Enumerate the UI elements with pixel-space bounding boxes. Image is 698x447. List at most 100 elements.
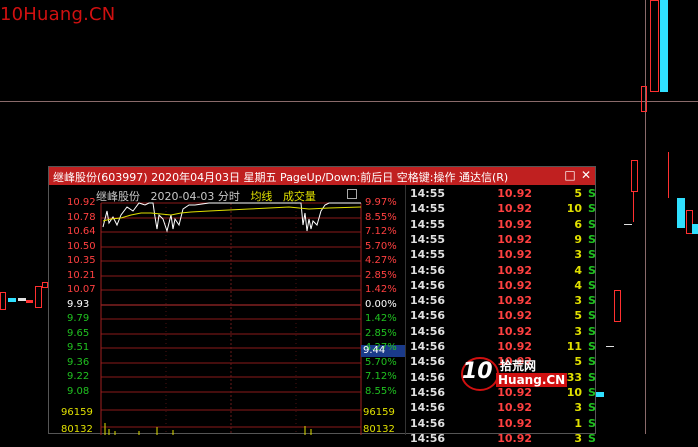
trade-row[interactable]: 14:56 10.92 11 S <box>406 340 596 355</box>
trade-price: 10.92 <box>497 416 532 430</box>
trade-time: 14:56 <box>410 324 446 338</box>
price-line <box>102 202 361 233</box>
volume-axis-label: 80132 <box>363 424 395 435</box>
trade-volume: 5 <box>574 187 582 200</box>
trade-volume: 11 <box>566 340 582 353</box>
price-axis-label: 10.92 <box>67 197 96 208</box>
trade-price: 10.92 <box>497 263 532 277</box>
candle <box>668 152 669 198</box>
trade-row[interactable]: 14:56 10.92 4 S <box>406 279 596 294</box>
candle <box>0 292 6 310</box>
trade-side: S <box>588 202 596 216</box>
trade-volume: 9 <box>574 232 582 246</box>
trade-price: 10.92 <box>497 294 532 308</box>
percent-axis-label: 5.70% <box>365 356 397 368</box>
trade-row[interactable]: 14:55 10.92 3 S <box>406 248 596 263</box>
trade-volume: 5 <box>574 309 582 323</box>
trade-row[interactable]: 14:56 10.92 3 S <box>406 401 596 416</box>
trade-volume: 10 <box>566 385 582 399</box>
dialog-title: 继峰股份(603997) 2020年04月03日 星期五 PageUp/Down… <box>53 171 509 184</box>
candle <box>596 392 604 397</box>
candle <box>650 0 659 92</box>
price-axis-label: 10.50 <box>67 240 96 252</box>
trade-time: 14:56 <box>410 355 446 369</box>
trade-price: 10.92 <box>497 248 532 262</box>
trade-side: S <box>588 401 596 415</box>
price-axis-label: 9.65 <box>67 327 90 339</box>
trade-volume: 4 <box>574 278 582 292</box>
trade-time: 14:56 <box>410 263 446 277</box>
logo-latin-text: Huang.CN <box>496 373 568 387</box>
trade-price: 10.92 <box>497 309 532 323</box>
chart-option-icon[interactable] <box>347 189 357 199</box>
trade-side: S <box>588 232 596 246</box>
stock-name: 继峰股份 <box>96 190 140 203</box>
candle <box>624 224 632 225</box>
candle <box>692 224 698 234</box>
trade-price: 10.92 <box>497 187 532 200</box>
candle <box>614 290 621 322</box>
volume-label: 成交量 <box>282 190 316 203</box>
trade-row[interactable]: 14:56 10.92 3 S <box>406 325 596 340</box>
cursor-value: 9.44 <box>363 345 386 356</box>
trade-time: 14:56 <box>410 309 446 323</box>
trade-row[interactable]: 14:55 10.92 6 S <box>406 218 596 233</box>
trade-volume: 4 <box>574 263 582 277</box>
candle <box>631 160 638 192</box>
tick-trade-list[interactable]: 14:55 10.92 5 S 14:55 10.92 10 S 14:55 10.92 6 S 14:… <box>405 185 596 445</box>
trade-row[interactable]: 14:56 10.92 3 S <box>406 432 596 447</box>
volume-axis-label: 96159 <box>61 407 93 418</box>
trade-row[interactable]: 14:56 10.92 5 S <box>406 309 596 324</box>
site-watermark: 10Huang.CN <box>0 4 116 25</box>
price-axis-label: 10.78 <box>67 211 96 223</box>
candle <box>677 198 685 228</box>
price-axis-label: 9.22 <box>67 371 90 382</box>
trade-side: S <box>588 187 596 200</box>
price-axis-label: 9.51 <box>67 342 90 353</box>
trade-row[interactable]: 14:55 10.92 9 S <box>406 233 596 248</box>
trade-time: 14:56 <box>410 294 446 308</box>
volume-bars <box>104 423 312 435</box>
trade-volume: 3 <box>574 294 582 308</box>
candle <box>35 286 42 308</box>
trade-price: 10.92 <box>497 217 532 231</box>
site-logo: 10 拾荒网 Huang.CN <box>460 356 568 396</box>
trade-time: 14:56 <box>410 401 446 415</box>
trade-side: S <box>588 370 596 384</box>
percent-axis-label: 8.55% <box>365 211 397 223</box>
trade-side: S <box>588 278 596 292</box>
trade-time: 14:55 <box>410 187 446 200</box>
dialog-title-bar[interactable]: 继峰股份(603997) 2020年04月03日 星期五 PageUp/Down… <box>49 167 595 185</box>
price-axis-label: 9.36 <box>67 356 90 368</box>
percent-axis-label: 0.00% <box>365 298 397 310</box>
percent-axis-label: 1.42% <box>365 284 397 295</box>
volume-axis-label: 96159 <box>363 407 395 418</box>
trade-side: S <box>588 340 596 353</box>
candle <box>18 298 26 301</box>
restore-icon[interactable]: □ <box>563 169 577 182</box>
logo-cn-text: 拾荒网 <box>500 359 537 373</box>
trade-row[interactable]: 14:56 10.92 1 S <box>406 417 596 432</box>
trade-price: 10.92 <box>497 401 532 415</box>
percent-axis-label: 5.70% <box>365 240 397 252</box>
trade-time: 14:55 <box>410 217 446 231</box>
trade-row[interactable]: 14:56 10.92 3 S <box>406 294 596 309</box>
percent-axis-label: 2.85% <box>365 327 397 339</box>
trade-side: S <box>588 248 596 262</box>
price-axis-label: 10.64 <box>67 226 96 237</box>
trade-volume: 1 <box>574 416 582 430</box>
trade-price: 10.92 <box>497 324 532 338</box>
percent-axis-label: 8.55% <box>365 385 397 397</box>
trade-row[interactable]: 14:55 10.92 10 S <box>406 202 596 217</box>
trade-time: 14:55 <box>410 232 446 246</box>
trade-time: 14:56 <box>410 278 446 292</box>
trade-side: S <box>588 355 596 369</box>
percent-axis-label: 7.12% <box>365 371 397 382</box>
percent-axis-label: 9.97% <box>365 197 397 208</box>
trade-side: S <box>588 294 596 308</box>
price-axis-label: 9.79 <box>67 313 90 324</box>
trade-row[interactable]: 14:55 10.92 5 S <box>406 187 596 202</box>
trade-row[interactable]: 14:56 10.92 4 S <box>406 264 596 279</box>
close-icon[interactable]: ✕ <box>579 169 593 182</box>
trade-side: S <box>588 385 596 399</box>
